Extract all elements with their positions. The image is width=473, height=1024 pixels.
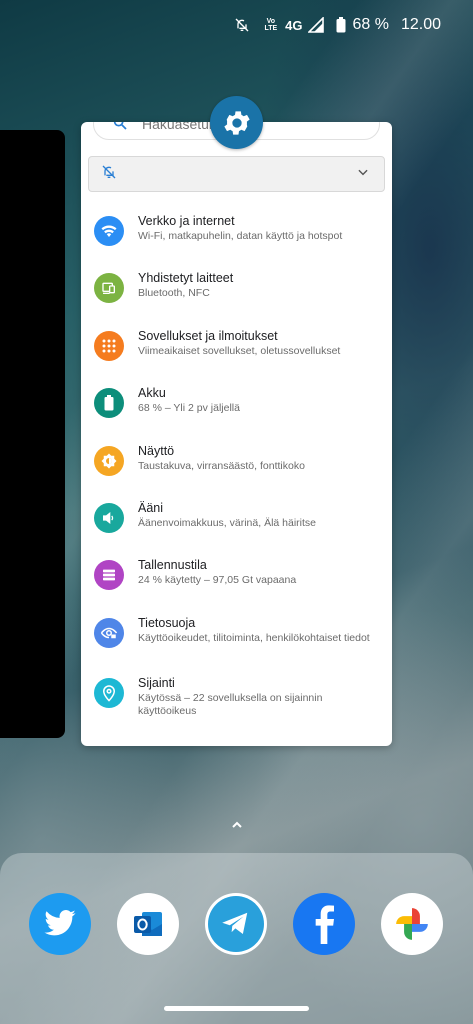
settings-item-location[interactable]: Sijainti Käytössä – 22 sovelluksella on … (81, 662, 392, 722)
devices-icon (94, 273, 124, 304)
volte-indicator: Vo LTE (264, 18, 278, 32)
location-icon (94, 677, 124, 708)
google-photos-app-icon[interactable] (381, 893, 443, 955)
settings-item-title: Akku (138, 386, 166, 401)
home-gesture-bar[interactable] (164, 1006, 309, 1011)
facebook-app-icon[interactable] (293, 893, 355, 955)
notifications-muted-icon (234, 17, 250, 33)
battery-icon (336, 17, 346, 33)
battery-percent: 68 % (352, 16, 389, 33)
settings-item-subtitle: Bluetooth, NFC (138, 287, 210, 300)
settings-item-subtitle: Käytössä – 22 sovelluksella on sijainnin… (138, 691, 323, 717)
settings-item-subtitle: Käyttöoikeudet, tilitoiminta, henkilökoh… (138, 631, 370, 644)
notifications-off-icon (101, 164, 117, 185)
network-type: 4G (285, 17, 303, 33)
settings-item-sound[interactable]: Ääni Äänenvoimakkuus, värinä, Älä häirit… (81, 487, 392, 544)
storage-icon (94, 560, 124, 591)
wifi-icon (94, 216, 124, 246)
twitter-app-icon[interactable] (29, 893, 91, 955)
settings-item-subtitle: 68 % – Yli 2 pv jäljellä (138, 402, 240, 415)
brightness-icon (94, 445, 124, 476)
settings-item-privacy[interactable]: Tietosuoja Käyttöoikeudet, tilitoiminta,… (81, 602, 392, 662)
outlook-app-icon[interactable] (117, 893, 179, 955)
settings-item-subtitle: 24 % käytetty – 97,05 Gt vapaana (138, 574, 297, 587)
battery-icon (94, 388, 124, 419)
chevron-up-icon[interactable] (229, 818, 245, 832)
settings-item-title: Näyttö (138, 443, 175, 458)
settings-item-subtitle: Taustakuva, virransäästö, fonttikoko (138, 459, 305, 472)
settings-item-title: Ääni (138, 500, 164, 515)
settings-item-network[interactable]: Verkko ja internet Wi-Fi, matkapuhelin, … (81, 200, 392, 257)
settings-item-storage[interactable]: Tallennustila 24 % käytetty – 97,05 Gt v… (81, 544, 392, 601)
settings-item-subtitle: Viimeaikaiset sovellukset, oletussovellu… (138, 344, 341, 357)
clock: 12.00 (400, 16, 441, 33)
signal-icon (308, 17, 325, 33)
settings-list: Verkko ja internet Wi-Fi, matkapuhelin, … (81, 200, 392, 722)
settings-item-display[interactable]: Näyttö Taustakuva, virransäästö, fonttik… (81, 430, 392, 487)
settings-item-subtitle: Wi-Fi, matkapuhelin, datan käyttö ja hot… (138, 230, 343, 242)
do-not-disturb-suggestion[interactable] (88, 156, 385, 192)
telegram-app-icon[interactable] (205, 893, 267, 955)
settings-app-icon[interactable] (210, 96, 263, 149)
settings-item-battery[interactable]: Akku 68 % – Yli 2 pv jäljellä (81, 372, 392, 429)
settings-item-subtitle: Äänenvoimakkuus, värinä, Älä häiritse (138, 516, 317, 529)
settings-item-title: Verkko ja internet (138, 214, 235, 228)
volume-icon (94, 502, 124, 533)
recent-app-card-settings[interactable]: Hakuasetuk Verkko ja internet Wi-Fi, mat… (81, 122, 392, 746)
status-bar: Vo LTE 4G 68 % 12.00 (0, 0, 473, 50)
settings-item-title: Sijainti (138, 675, 175, 690)
search-icon (112, 122, 128, 134)
settings-item-connected-devices[interactable]: Yhdistetyt laitteet Bluetooth, NFC (81, 257, 392, 314)
settings-item-title: Sovellukset ja ilmoitukset (138, 328, 278, 343)
settings-item-apps[interactable]: Sovellukset ja ilmoitukset Viimeaikaiset… (81, 315, 392, 372)
chevron-down-icon[interactable] (356, 165, 370, 184)
search-placeholder: Hakuasetuk (142, 122, 216, 132)
settings-item-title: Tietosuoja (138, 615, 196, 630)
settings-item-title: Tallennustila (138, 558, 207, 573)
apps-icon (94, 330, 124, 361)
privacy-icon (94, 617, 124, 648)
recent-app-card-left[interactable] (0, 130, 65, 738)
settings-item-title: Yhdistetyt laitteet (138, 271, 234, 286)
